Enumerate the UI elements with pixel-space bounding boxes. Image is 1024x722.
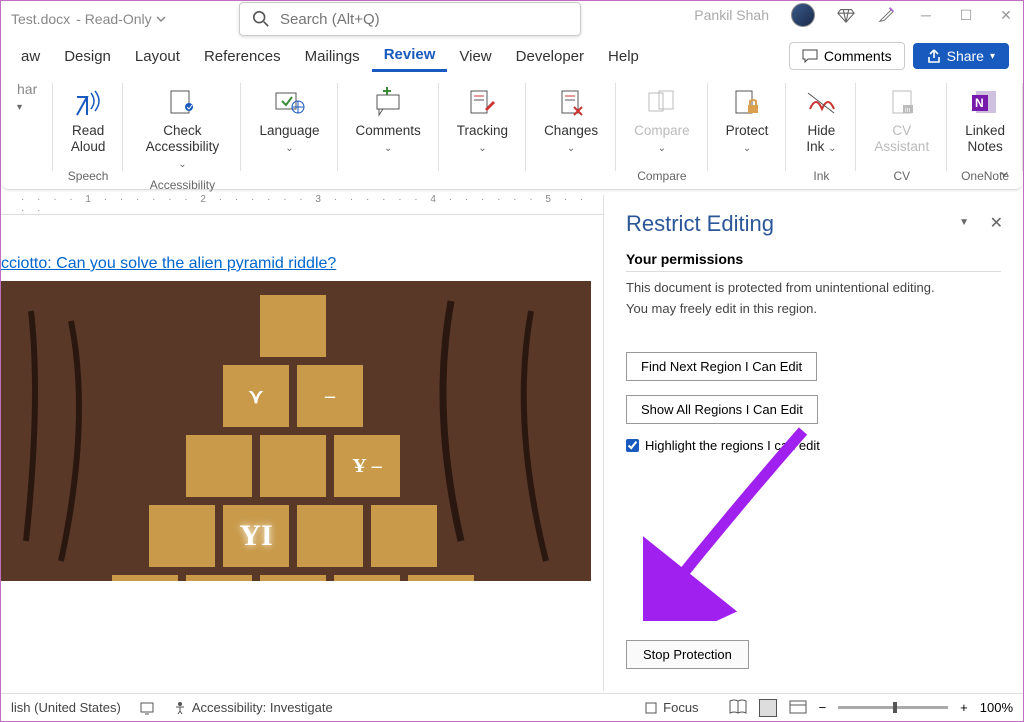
changes-button[interactable]: Changes⌄ xyxy=(534,81,608,159)
diamond-icon[interactable] xyxy=(837,6,855,24)
accessibility-status[interactable]: Accessibility: Investigate xyxy=(173,700,333,715)
compare-button[interactable]: Compare⌄ xyxy=(624,81,700,159)
highlight-label: Highlight the regions I can edit xyxy=(645,438,820,453)
hide-ink-button[interactable]: HideInk ⌄ xyxy=(794,81,848,159)
print-layout-icon[interactable] xyxy=(759,699,777,717)
display-settings-icon[interactable] xyxy=(139,700,155,716)
collapse-ribbon-icon[interactable]: ⌄ xyxy=(998,161,1011,181)
share-label: Share xyxy=(947,48,984,64)
status-bar: lish (United States) Accessibility: Inve… xyxy=(1,693,1023,721)
tab-bar: aw Design Layout References Mailings Rev… xyxy=(1,37,1023,75)
highlight-checkbox-input[interactable] xyxy=(626,439,639,452)
zoom-in-button[interactable]: + xyxy=(960,700,968,715)
avatar[interactable] xyxy=(791,3,815,27)
permissions-heading: Your permissions xyxy=(626,251,1001,272)
tracking-button[interactable]: Tracking⌄ xyxy=(447,81,518,159)
share-button[interactable]: Share ▾ xyxy=(913,43,1009,69)
page[interactable]: cciotto: Can you solve the alien pyramid… xyxy=(1,215,603,691)
group-label: Ink xyxy=(813,167,829,185)
comment-icon xyxy=(802,49,818,63)
readonly-label: - Read-Only xyxy=(76,11,151,27)
embedded-image[interactable]: ⋎ – Ұ – ΥI ⋃ ⋎ xyxy=(1,281,591,581)
tab-layout[interactable]: Layout xyxy=(123,42,192,71)
zoom-out-button[interactable]: − xyxy=(819,700,827,715)
highlight-regions-checkbox[interactable]: Highlight the regions I can edit xyxy=(626,438,1001,453)
minimize-button[interactable]: ─ xyxy=(917,6,935,24)
language-button[interactable]: Language⌄ xyxy=(249,81,329,159)
permissions-text-2: You may freely edit in this region. xyxy=(626,299,1001,320)
search-input[interactable] xyxy=(280,11,568,28)
document-name: Test.docx xyxy=(11,11,70,27)
chevron-down-icon xyxy=(156,14,166,24)
group-label: Speech xyxy=(68,167,109,185)
maximize-button[interactable]: ☐ xyxy=(957,6,975,24)
editor-drop[interactable]: har ▾ xyxy=(17,81,45,113)
pen-icon[interactable] xyxy=(877,6,895,24)
tab-references[interactable]: References xyxy=(192,42,293,71)
ribbon: har ▾ ReadAloud Speech CheckAccessibilit… xyxy=(1,75,1023,190)
document-area: · · · · 1 · · · · · · 2 · · · · · · 3 · … xyxy=(1,195,603,691)
read-mode-icon[interactable] xyxy=(729,699,747,717)
tab-mailings[interactable]: Mailings xyxy=(293,42,372,71)
web-layout-icon[interactable] xyxy=(789,699,807,717)
ruler[interactable]: · · · · 1 · · · · · · 2 · · · · · · 3 · … xyxy=(1,195,603,215)
find-next-region-button[interactable]: Find Next Region I Can Edit xyxy=(626,352,817,381)
comments-ribbon-button[interactable]: Comments⌄ xyxy=(346,81,431,159)
close-icon[interactable]: ✕ xyxy=(990,213,1003,233)
cv-assistant-button[interactable]: in CVAssistant xyxy=(864,81,939,159)
comments-label: Comments xyxy=(824,48,892,64)
comments-button[interactable]: Comments xyxy=(789,42,905,70)
read-aloud-button[interactable]: ReadAloud xyxy=(61,81,116,159)
group-label: CV xyxy=(893,167,910,185)
stop-protection-button[interactable]: Stop Protection xyxy=(626,640,749,669)
group-label: Accessibility xyxy=(150,176,215,194)
pane-title: Restrict Editing xyxy=(626,211,1001,237)
tab-developer[interactable]: Developer xyxy=(504,42,596,71)
zoom-slider[interactable] xyxy=(838,706,948,709)
close-button[interactable]: ✕ xyxy=(997,6,1015,24)
pane-options-icon[interactable]: ▼ xyxy=(959,217,969,228)
search-box[interactable] xyxy=(239,2,581,36)
share-icon xyxy=(927,49,941,63)
tab-review[interactable]: Review xyxy=(372,40,448,72)
tab-design[interactable]: Design xyxy=(52,42,123,71)
zoom-level[interactable]: 100% xyxy=(980,700,1013,715)
linked-notes-button[interactable]: N LinkedNotes xyxy=(955,81,1015,159)
show-all-regions-button[interactable]: Show All Regions I Can Edit xyxy=(626,395,818,424)
protect-button[interactable]: Protect⌄ xyxy=(716,81,779,159)
riddle-link[interactable]: cciotto: Can you solve the alien pyramid… xyxy=(1,255,583,273)
chevron-down-icon: ▾ xyxy=(990,51,995,62)
permissions-text-1: This document is protected from unintent… xyxy=(626,278,1001,299)
focus-button[interactable]: Focus xyxy=(644,700,698,715)
search-icon xyxy=(252,10,270,28)
language-status[interactable]: lish (United States) xyxy=(11,700,121,715)
readonly-badge[interactable]: - Read-Only xyxy=(76,11,165,27)
tab-view[interactable]: View xyxy=(447,42,503,71)
user-name: Pankil Shah xyxy=(694,7,769,23)
tab-draw[interactable]: aw xyxy=(9,42,52,71)
svg-text:N: N xyxy=(975,96,984,110)
restrict-editing-pane: Restrict Editing ▼ ✕ Your permissions Th… xyxy=(603,195,1023,691)
check-accessibility-button[interactable]: CheckAccessibility ⌄ xyxy=(131,81,233,176)
tab-help[interactable]: Help xyxy=(596,42,651,71)
group-label: Compare xyxy=(637,167,686,185)
svg-text:in: in xyxy=(905,107,911,114)
